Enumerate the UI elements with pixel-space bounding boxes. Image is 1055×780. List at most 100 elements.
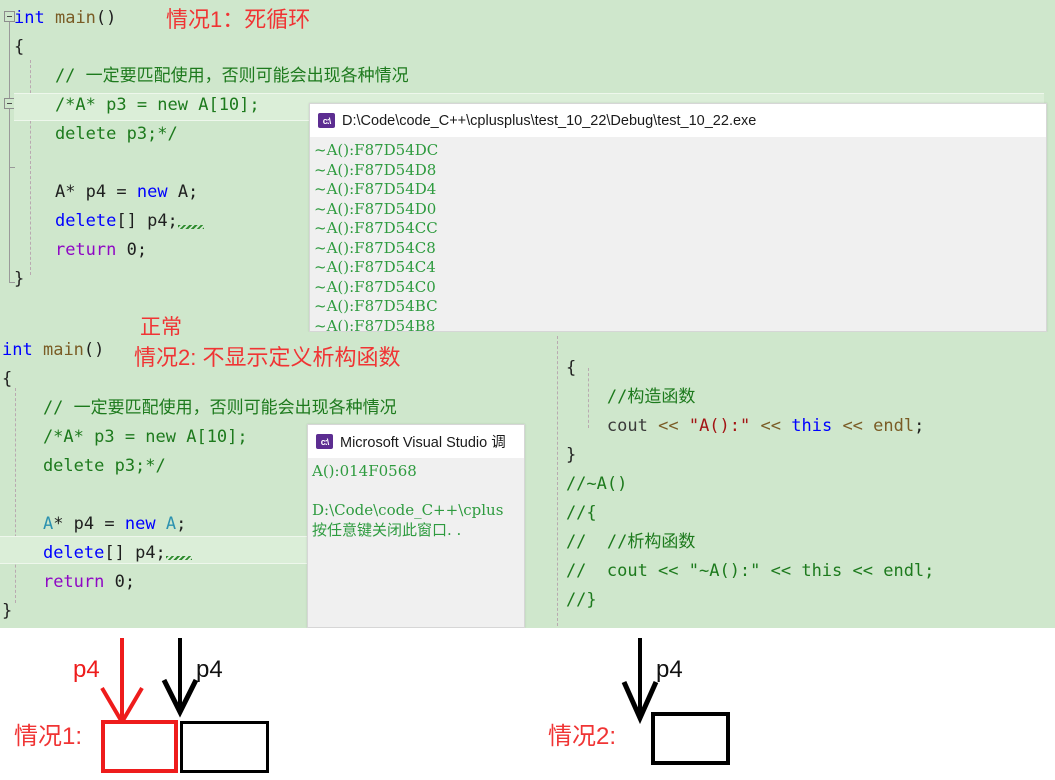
code-line[interactable]: cout << "A():" << this << endl; [525, 412, 1055, 441]
code-token: delete p3;*/ [14, 124, 178, 144]
code-line[interactable]: // 一定要匹配使用，否则可能会出现各种情况 [14, 62, 1054, 91]
code-token: // 一定要匹配使用，否则可能会出现各种情况 [2, 398, 397, 418]
code-line[interactable]: //~A() [525, 470, 1055, 499]
code-token: A [42, 514, 54, 534]
code-token: A; [167, 182, 199, 202]
memory-block-case2 [651, 712, 730, 765]
code-token: 0; [116, 240, 148, 260]
console-line: ~A():F87D54DC [314, 141, 439, 159]
outline-inner-top [9, 109, 10, 167]
code-token: delete p3;*/ [2, 456, 166, 476]
code-line[interactable]: // 一定要匹配使用，否则可能会出现各种情况 [2, 394, 562, 423]
code-token: { [14, 37, 25, 57]
code-line[interactable]: } [525, 441, 1055, 470]
console-output-text: ~A():F87D54DC ~A():F87D54D8 ~A():F87D54D4 ~… [310, 137, 1046, 332]
console-line: ~A():F87D54C8 [314, 238, 436, 257]
memory-block-red [101, 720, 178, 773]
vs-console-title-bar[interactable]: c:\ Microsoft Visual Studio 调 [308, 425, 524, 458]
code-token: /*A* p3 = new A[10]; [2, 427, 248, 447]
vs-console-title-text: Microsoft Visual Studio 调 [340, 435, 506, 451]
console-line: ~A():F87D54C4 [314, 258, 436, 276]
annotation-case2: 情况2: 不显示定义析构函数 [134, 345, 401, 370]
code-token: //} [525, 590, 597, 610]
code-line[interactable]: //构造函数 [525, 383, 1055, 412]
console-line: 按任意键关闭此窗口. . [312, 520, 462, 539]
console-line: ~A():F87D54CC [314, 219, 438, 237]
code-token: int [14, 8, 45, 28]
code-line[interactable]: { [525, 354, 1055, 383]
code-token: } [2, 601, 13, 621]
code-token: return [54, 240, 117, 260]
console-title-text: D:\Code\code_C++\cplusplus\test_10_22\De… [342, 112, 757, 129]
code-line[interactable]: // //析构函数 [525, 528, 1055, 557]
code-token: new [124, 514, 156, 534]
code-token: << [842, 416, 863, 436]
console-app-icon: c:\ [316, 434, 333, 449]
code-token: delete [54, 211, 117, 231]
code-token: /*A* p3 = new A[10]; [14, 95, 260, 115]
code-token: // cout << "~A():" << this << endl; [525, 561, 935, 581]
code-token: delete [42, 543, 105, 563]
screenshot-root: int main(){ // 一定要匹配使用，否则可能会出现各种情况 /*A* … [0, 0, 1055, 780]
code-token: cout [606, 416, 648, 436]
annotation-normal: 正常 [140, 316, 182, 339]
code-token: int [2, 340, 33, 360]
annotation-case1: 情况1：死循环 [166, 7, 311, 32]
code-token: [] p4; [104, 543, 166, 563]
console-title-bar[interactable]: c:\ D:\Code\code_C++\cplusplus\test_10_2… [310, 104, 1046, 137]
console-line: D:\Code\code_C++\cplus [312, 501, 504, 519]
error-squiggle-top [178, 225, 204, 229]
console-app-icon: c:\ [318, 113, 335, 128]
diagram-case1-label: 情况1: [14, 723, 83, 750]
error-squiggle-bottom [166, 556, 192, 560]
code-token: "A():" [688, 416, 751, 436]
code-token: new [136, 182, 168, 202]
code-token: [] p4; [116, 211, 178, 231]
code-token: //~A() [525, 474, 628, 494]
red-pointer-label: p4 [73, 656, 100, 683]
vs-console-output-text: A():014F0568 D:\Code\code_C++\cplus 按任意键关… [308, 458, 524, 540]
code-token: } [14, 269, 25, 289]
console-line: ~A():F87D54B8 [314, 316, 436, 332]
code-token: () [95, 8, 117, 28]
memory-layout-diagram: 情况1: p4 p4 情况2: p4 [0, 628, 1055, 780]
code-token: { [2, 369, 13, 389]
code-token: // 一定要匹配使用，否则可能会出现各种情况 [14, 66, 409, 86]
code-line[interactable]: { [14, 33, 1054, 62]
debug-console-window[interactable]: c:\ D:\Code\code_C++\cplusplus\test_10_2… [309, 103, 1047, 332]
code-token: << [760, 416, 781, 436]
code-token: return [42, 572, 105, 592]
vs-debug-console-window[interactable]: c:\ Microsoft Visual Studio 调 A():014F05… [307, 424, 525, 628]
code-line[interactable]: //} [525, 586, 1055, 615]
code-token: main [54, 8, 96, 28]
console-line: ~A():F87D54D4 [314, 180, 437, 198]
code-line[interactable]: //{ [525, 499, 1055, 528]
console-line: ~A():F87D54D0 [314, 199, 437, 218]
code-token: ; [176, 514, 187, 534]
code-line[interactable]: // cout << "~A():" << this << endl; [525, 557, 1055, 586]
code-token: main [42, 340, 84, 360]
code-token: } [525, 445, 577, 465]
console-line: A():014F0568 [312, 462, 417, 480]
code-token: ; [914, 416, 925, 436]
code-token: //构造函数 [525, 387, 696, 407]
code-token: * p4 = [65, 182, 137, 202]
code-token: << [658, 416, 679, 436]
console-line: ~A():F87D54C0 [314, 277, 436, 296]
code-token: 0; [104, 572, 136, 592]
class-a-code-text: { //构造函数 cout << "A():" << this << endl;… [525, 354, 1055, 615]
black-pointer-label: p4 [196, 656, 223, 683]
code-token: endl [873, 416, 915, 436]
